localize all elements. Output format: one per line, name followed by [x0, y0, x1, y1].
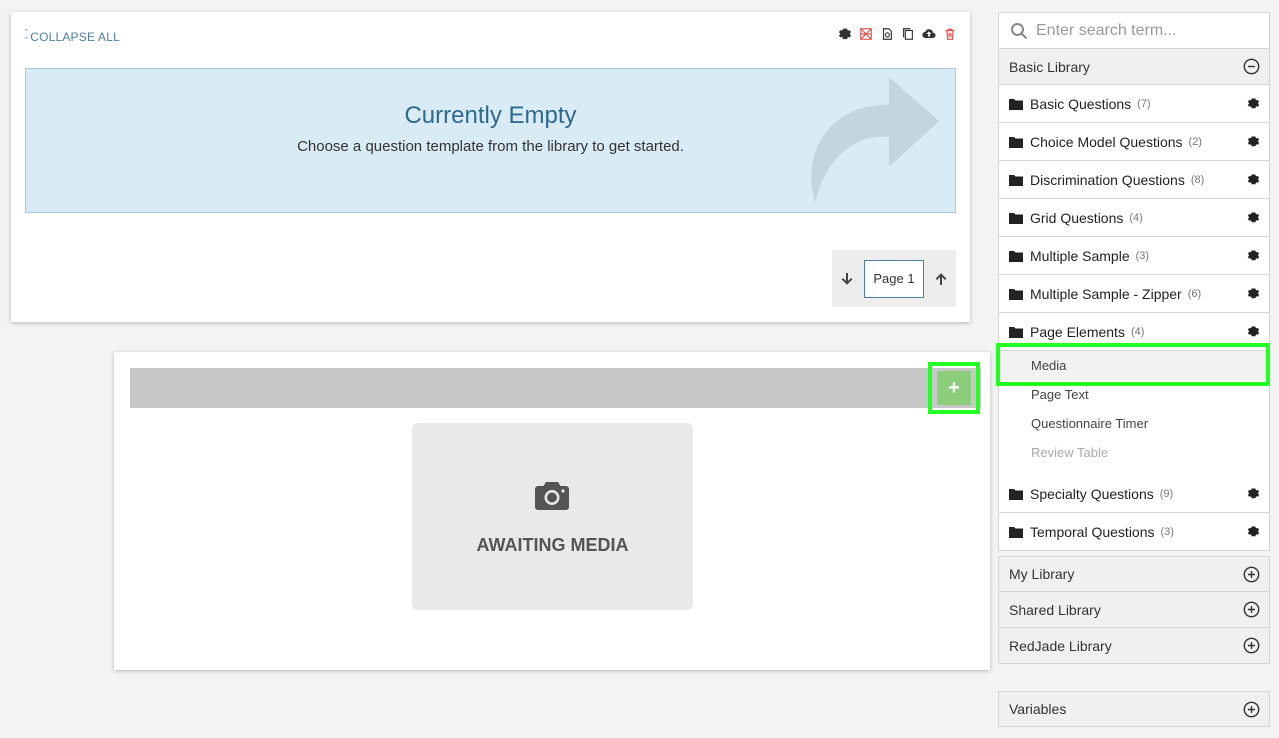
variables-label: Variables	[1009, 701, 1067, 717]
basic-library-label: Basic Library	[1009, 58, 1090, 75]
category-list: Basic Questions (7) Choice Model Questions…	[996, 85, 1270, 551]
search-box	[998, 12, 1270, 49]
category-item[interactable]: Multiple Sample (3)	[998, 237, 1270, 275]
folder-icon	[1009, 174, 1023, 186]
gear-icon[interactable]	[1247, 249, 1260, 262]
plus-circle-icon[interactable]	[1243, 637, 1260, 654]
camera-icon	[535, 482, 569, 510]
gear-icon[interactable]	[1247, 211, 1260, 224]
shared-library-header[interactable]: Shared Library	[998, 592, 1270, 628]
page-navigator: Page 1	[832, 250, 956, 307]
gear-icon[interactable]	[1247, 487, 1260, 500]
folder-icon	[1009, 212, 1023, 224]
category-item[interactable]: Choice Model Questions (2)	[998, 123, 1270, 161]
media-block-header	[130, 368, 981, 408]
folder-icon	[1009, 288, 1023, 300]
category-item[interactable]: Discrimination Questions (8)	[998, 161, 1270, 199]
category-item[interactable]: Page Elements (4)	[998, 313, 1270, 351]
folder-icon	[1009, 326, 1023, 338]
category-count: (2)	[1188, 135, 1202, 148]
plus-circle-icon[interactable]	[1243, 701, 1260, 718]
category-label: Multiple Sample - Zipper	[1030, 285, 1182, 302]
gear-icon[interactable]	[1247, 525, 1260, 538]
remove-logic-icon[interactable]	[859, 27, 873, 41]
empty-title: Currently Empty	[404, 102, 577, 129]
gear-icon[interactable]	[1247, 325, 1260, 338]
template-item[interactable]: Review Table	[999, 438, 1269, 467]
awaiting-media-label: AWAITING MEDIA	[476, 535, 629, 555]
add-media-button[interactable]: +	[937, 371, 971, 405]
category-count: (4)	[1129, 211, 1143, 224]
my-library-label: My Library	[1009, 566, 1075, 582]
category-item[interactable]: Temporal Questions (3)	[998, 513, 1270, 551]
folder-icon	[1009, 136, 1023, 148]
category-item[interactable]: Specialty Questions (9)	[998, 475, 1270, 513]
arrow-up-icon[interactable]	[934, 272, 948, 286]
media-placeholder[interactable]: AWAITING MEDIA	[412, 423, 693, 610]
redjade-library-label: RedJade Library	[1009, 637, 1112, 654]
gear-icon[interactable]	[1247, 135, 1260, 148]
media-block-card: + AWAITING MEDIA	[114, 352, 990, 670]
redjade-library-header[interactable]: RedJade Library	[998, 628, 1270, 664]
folder-icon	[1009, 250, 1023, 262]
category-count: (8)	[1190, 173, 1205, 186]
category-count: (9)	[1159, 487, 1174, 500]
shared-library-label: Shared Library	[1009, 601, 1101, 618]
folder-icon	[1009, 526, 1023, 538]
category-count: (3)	[1135, 249, 1150, 262]
collapse-icon: ˇˆ	[24, 28, 29, 46]
cloud-upload-icon[interactable]	[922, 27, 936, 41]
category-item[interactable]: Basic Questions (7)	[998, 85, 1270, 123]
library-sidebar: Basic Library Basic Questions (7) Choice M…	[996, 12, 1270, 727]
gear-icon[interactable]	[1247, 173, 1260, 186]
gear-icon[interactable]	[1247, 97, 1260, 110]
page-elements-list: Media Page Text Questionnaire Timer Review …	[996, 343, 1270, 475]
collapse-all-label: COLLAPSE ALL	[30, 30, 120, 44]
search-icon	[1011, 22, 1028, 39]
my-library-header[interactable]: My Library	[998, 556, 1270, 592]
variables-header[interactable]: Variables	[998, 691, 1270, 727]
category-count: (3)	[1160, 525, 1174, 538]
category-label: Specialty Questions	[1030, 485, 1154, 502]
template-item[interactable]: Media	[996, 343, 1270, 386]
category-count: (6)	[1187, 287, 1202, 300]
category-label: Basic Questions	[1030, 95, 1132, 112]
category-count: (7)	[1137, 97, 1151, 110]
folder-icon	[1009, 488, 1023, 500]
minus-circle-icon[interactable]	[1243, 58, 1260, 75]
search-input[interactable]	[1036, 21, 1256, 40]
category-label: Discrimination Questions	[1030, 171, 1185, 188]
category-label: Temporal Questions	[1030, 523, 1155, 540]
folder-icon	[1009, 98, 1023, 110]
category-label: Choice Model Questions	[1030, 133, 1183, 150]
trash-icon[interactable]	[943, 27, 957, 41]
template-item[interactable]: Questionnaire Timer	[999, 409, 1269, 438]
template-item[interactable]: Page Text	[999, 380, 1269, 409]
category-label: Page Elements	[1030, 323, 1125, 340]
empty-state-panel: Currently Empty Choose a question templa…	[25, 68, 956, 213]
empty-subtitle: Choose a question template from the libr…	[297, 138, 684, 155]
gear-icon[interactable]	[1247, 287, 1260, 300]
plus-circle-icon[interactable]	[1243, 566, 1260, 583]
category-label: Multiple Sample	[1030, 247, 1130, 264]
category-count: (4)	[1130, 325, 1145, 338]
category-item[interactable]: Grid Questions (4)	[998, 199, 1270, 237]
copy-icon[interactable]	[901, 27, 915, 41]
category-label: Grid Questions	[1030, 209, 1124, 226]
basic-library-header[interactable]: Basic Library	[998, 49, 1270, 85]
copy-settings-icon[interactable]	[880, 27, 894, 41]
page-label[interactable]: Page 1	[864, 259, 924, 298]
category-item[interactable]: Multiple Sample - Zipper (6)	[998, 275, 1270, 313]
add-media-button-highlight: +	[928, 362, 980, 414]
arrow-down-icon[interactable]	[840, 272, 854, 286]
question-editor-card: ˇˆ COLLAPSE ALL Currently Empty Choose a…	[11, 12, 970, 322]
collapse-all-link[interactable]: ˇˆ COLLAPSE ALL	[24, 28, 120, 46]
editor-toolbar	[838, 27, 957, 41]
gear-icon[interactable]	[838, 27, 852, 41]
plus-circle-icon[interactable]	[1243, 601, 1260, 618]
